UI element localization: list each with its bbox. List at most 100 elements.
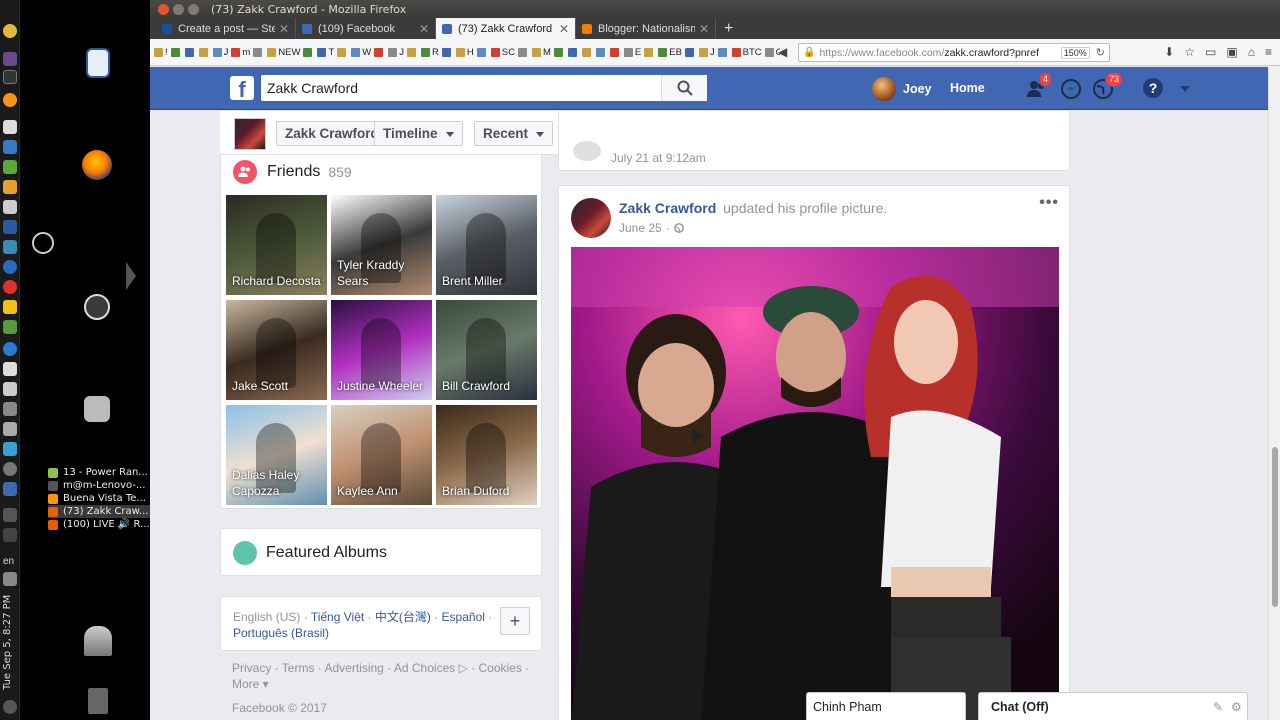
bookmark-item[interactable] xyxy=(595,47,607,57)
add-language-button[interactable]: + xyxy=(500,607,530,635)
taskbar-window-item[interactable]: (100) LIVE 🔊 R... xyxy=(48,518,150,531)
bookmark-item[interactable]: W xyxy=(351,47,371,58)
taskbar-window-item[interactable]: Buena Vista Te... xyxy=(48,492,150,505)
bookmark-item[interactable] xyxy=(374,47,385,57)
friend-tile[interactable]: Bill Crawford xyxy=(436,300,537,400)
friend-tile[interactable]: Kaylee Ann xyxy=(331,405,432,505)
friend-tile[interactable]: Tyler Kraddy Sears xyxy=(331,195,432,295)
bitcoin-icon[interactable] xyxy=(3,93,17,107)
friend-name[interactable]: Jake Scott xyxy=(232,378,323,394)
bookmark-item[interactable] xyxy=(644,47,655,57)
minimize-window-button[interactable] xyxy=(173,3,184,15)
friend-name[interactable]: Bill Crawford xyxy=(442,378,533,394)
wifi-icon[interactable] xyxy=(3,528,17,542)
account-menu-dropdown-icon[interactable] xyxy=(1180,86,1190,92)
post-date[interactable]: June 25 xyxy=(619,221,662,235)
taskbar-window-item[interactable]: (73) Zakk Craw... xyxy=(48,505,150,518)
bookmark-item[interactable] xyxy=(170,47,182,57)
bookmark-item[interactable]: EB xyxy=(658,47,682,58)
author-avatar[interactable] xyxy=(571,198,611,238)
bookmark-item[interactable]: J xyxy=(212,47,228,58)
bookmark-item[interactable]: J xyxy=(388,47,404,58)
url-text[interactable]: https://www.facebook.com/zakk.crawford?p… xyxy=(819,47,1056,59)
bookmark-item[interactable] xyxy=(567,47,579,57)
bookmark-item[interactable]: E xyxy=(623,47,641,58)
friend-name[interactable]: Brent Miller xyxy=(442,273,533,289)
new-tab-button[interactable]: + xyxy=(716,18,741,39)
user-name[interactable]: Joey xyxy=(903,82,932,96)
user-profile-link[interactable]: Joey xyxy=(872,77,932,101)
launcher-expand-icon[interactable] xyxy=(126,262,136,290)
bookmark-item[interactable] xyxy=(609,47,621,57)
friend-name[interactable]: Dallas Haley Capozza xyxy=(232,467,323,499)
folder-icon[interactable] xyxy=(3,402,17,416)
close-tab-icon[interactable]: ✕ xyxy=(699,22,709,36)
bookmark-item[interactable]: NEW xyxy=(267,47,300,58)
friend-name[interactable]: Brian Duford xyxy=(442,483,533,499)
home-link[interactable]: Home xyxy=(950,81,985,95)
back-arrow-icon[interactable]: ◀ xyxy=(778,45,787,59)
footer-more-link[interactable]: More xyxy=(232,677,259,691)
bookmark-item[interactable] xyxy=(407,47,418,57)
chat-conversation-tab[interactable]: Chinh Pham xyxy=(806,692,966,720)
messages-button[interactable] xyxy=(1060,78,1082,100)
previous-post-timestamp[interactable]: July 21 at 9:12am xyxy=(611,151,706,165)
friend-tile[interactable]: Richard Decosta xyxy=(226,195,327,295)
files-icon[interactable] xyxy=(3,200,17,214)
friends-title[interactable]: Friends xyxy=(267,163,320,181)
footer-link[interactable]: Ad Choices xyxy=(394,661,455,675)
footer-link[interactable]: Privacy xyxy=(232,661,271,675)
close-tab-icon[interactable]: ✕ xyxy=(419,22,429,36)
language-link[interactable]: Português (Brasil) xyxy=(233,626,329,640)
browser-tab[interactable]: Blogger: Nationalism ✕ xyxy=(576,18,716,39)
archive-icon[interactable] xyxy=(3,300,17,314)
new-message-icon[interactable]: ✎ xyxy=(1213,693,1223,720)
post-author-link[interactable]: Zakk Crawford xyxy=(619,200,716,216)
taskbar-window-item[interactable]: 13 - Power Ran... xyxy=(48,466,150,479)
featured-albums-title[interactable]: Featured Albums xyxy=(266,544,387,562)
bookmark-item[interactable]: H xyxy=(455,47,474,58)
writer-document-icon[interactable] xyxy=(86,48,110,78)
friend-tile[interactable]: Dallas Haley Capozza xyxy=(226,405,327,505)
language-indicator[interactable]: en xyxy=(3,556,14,567)
page-scrollbar[interactable] xyxy=(1268,67,1280,720)
bookmark-item[interactable] xyxy=(476,47,488,57)
bookmark-item[interactable]: M xyxy=(531,47,551,58)
app-icon[interactable] xyxy=(3,52,17,66)
footer-link[interactable]: Cookies xyxy=(478,661,521,675)
monitor-icon[interactable] xyxy=(3,382,17,396)
eject-icon[interactable] xyxy=(3,70,17,84)
bookmark-item[interactable] xyxy=(581,47,593,57)
bookmark-item[interactable]: m xyxy=(231,47,250,58)
friend-name[interactable]: Justine Wheeler xyxy=(337,378,428,394)
bookmark-item[interactable]: SC xyxy=(490,47,515,58)
friend-tile[interactable]: Brent Miller xyxy=(436,195,537,295)
download-icon[interactable]: ⬇ xyxy=(1164,45,1174,59)
featured-albums-card[interactable]: Featured Albums xyxy=(220,528,542,576)
power-icon[interactable] xyxy=(3,700,17,714)
browser-tab[interactable]: (73) Zakk Crawford ✕ xyxy=(436,18,576,39)
bookmark-item[interactable]: R xyxy=(421,47,439,58)
bookmark-item[interactable] xyxy=(337,47,348,57)
bookmark-item[interactable]: BTC xyxy=(731,47,762,58)
screenshot-icon[interactable] xyxy=(3,422,17,436)
user-arrow-icon[interactable] xyxy=(84,626,112,656)
bookmark-item[interactable] xyxy=(184,47,196,57)
file-manager-icon[interactable] xyxy=(84,396,110,422)
scrollbar-thumb[interactable] xyxy=(1272,447,1278,607)
keyboard-icon[interactable] xyxy=(3,482,17,496)
friend-tile[interactable]: Justine Wheeler xyxy=(331,300,432,400)
profile-thumbnail[interactable] xyxy=(234,118,266,150)
bookmark-item[interactable]: J xyxy=(698,47,715,58)
obs-icon[interactable] xyxy=(32,232,54,254)
browser-tab[interactable]: (109) Facebook ✕ xyxy=(296,18,436,39)
search-input[interactable]: Zakk Crawford xyxy=(261,75,661,101)
grid-icon[interactable] xyxy=(3,180,17,194)
footer-link[interactable]: Advertising xyxy=(324,661,383,675)
bitcoin-icon[interactable] xyxy=(3,24,17,38)
reload-icon[interactable]: ↻ xyxy=(1096,46,1105,59)
play-icon[interactable] xyxy=(3,260,17,274)
bookmark-item[interactable] xyxy=(684,47,696,57)
taskbar-window-item[interactable]: m@m-Lenovo-... xyxy=(48,479,150,492)
chat-sidebar-toggle[interactable]: Chat (Off) ✎ ⚙ xyxy=(978,692,1248,720)
